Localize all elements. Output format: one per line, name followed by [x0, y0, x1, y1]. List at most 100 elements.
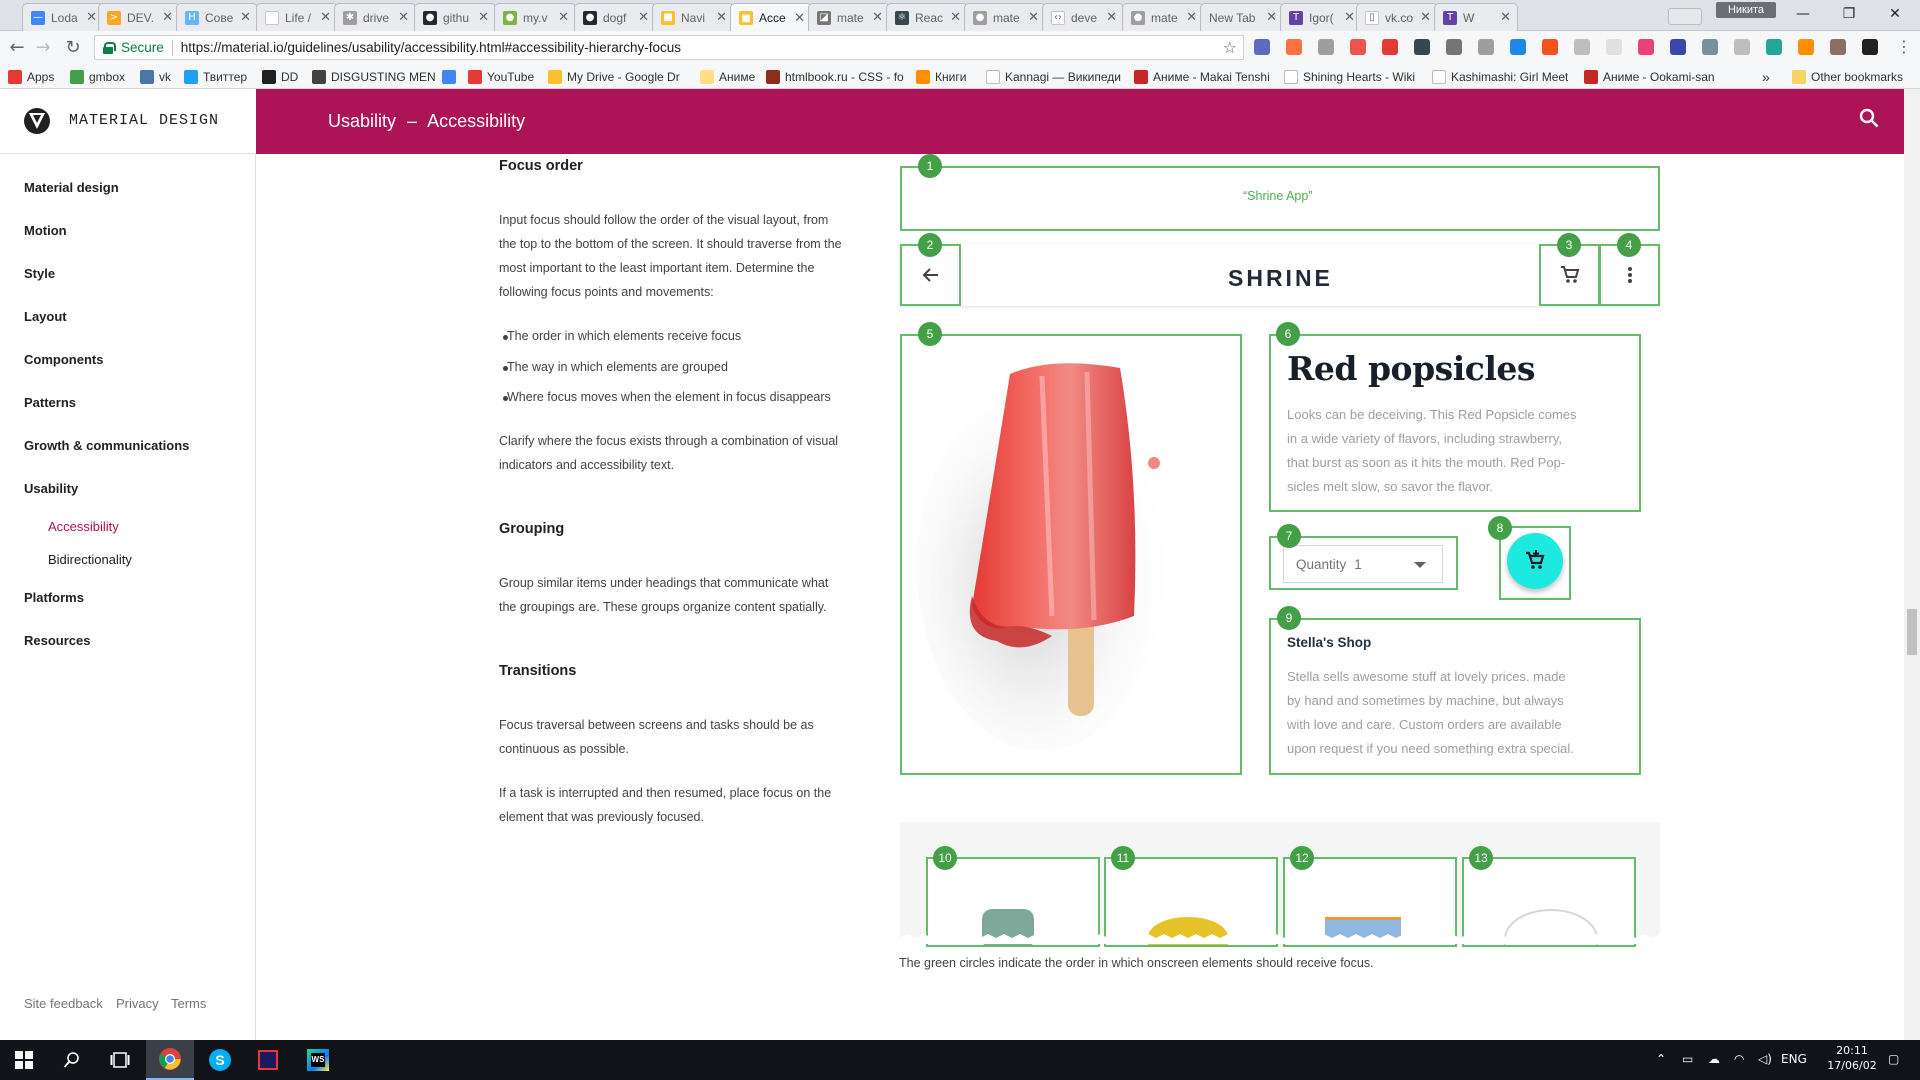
sidebar-item-components[interactable]: Components	[24, 352, 103, 367]
tab-close-icon[interactable]: ✕	[558, 10, 569, 25]
extension-8-icon[interactable]	[1478, 39, 1494, 55]
forward-icon[interactable]: →	[32, 36, 54, 58]
brand-title[interactable]: MATERIAL DESIGN	[69, 112, 219, 129]
address-bar[interactable]: Secure https://material.io/guidelines/us…	[94, 35, 1244, 60]
bookmark-item[interactable]: My Drive - Google Dr	[548, 68, 680, 86]
bookmark-item[interactable]: Kashimashi: Girl Meet	[1432, 68, 1568, 86]
extension-13-icon[interactable]	[1638, 39, 1654, 55]
bookmark-item[interactable]: DISGUSTING MEN	[312, 68, 436, 86]
tab-close-icon[interactable]: ✕	[240, 10, 251, 25]
extension-19-icon[interactable]	[1830, 39, 1846, 55]
url-text[interactable]: https://material.io/guidelines/usability…	[181, 40, 681, 55]
onedrive-icon[interactable]: ☁	[1708, 1052, 1720, 1066]
tab-close-icon[interactable]: ✕	[1420, 10, 1431, 25]
tab-close-icon[interactable]: ✕	[1500, 10, 1511, 25]
webstorm-taskbar-icon[interactable]: WS	[294, 1040, 342, 1080]
extension-1-icon[interactable]	[1254, 39, 1270, 55]
tab-close-icon[interactable]: ✕	[86, 10, 97, 25]
tab-close-icon[interactable]: ✕	[794, 11, 805, 26]
browser-tab[interactable]: ◪ mate ✕	[808, 3, 890, 31]
browser-tab[interactable]: ● my.v ✕	[494, 3, 576, 31]
extension-18-icon[interactable]	[1798, 39, 1814, 55]
chrome-menu-icon[interactable]: ⋮	[1896, 36, 1912, 58]
browser-tab[interactable]: ● githu ✕	[414, 3, 496, 31]
tab-close-icon[interactable]: ✕	[950, 10, 961, 25]
browser-tab[interactable]: New Tab ✕	[1200, 3, 1284, 31]
extension-10-icon[interactable]	[1542, 39, 1558, 55]
sidebar-item-resources[interactable]: Resources	[24, 633, 90, 648]
sidebar-item-growth[interactable]: Growth & communications	[24, 438, 189, 453]
tray-chevron-icon[interactable]: ⌃	[1656, 1052, 1666, 1066]
extension-7-icon[interactable]	[1446, 39, 1462, 55]
sidebar-item-layout[interactable]: Layout	[24, 309, 67, 324]
chrome-taskbar-icon[interactable]	[146, 1040, 194, 1080]
sidebar-item-platforms[interactable]: Platforms	[24, 590, 84, 605]
quantity-select[interactable]: Quantity 1	[1283, 545, 1443, 583]
bookmark-item[interactable]: gmbox	[70, 68, 125, 86]
browser-tab[interactable]: ● dogf ✕	[574, 3, 656, 31]
bookmark-item[interactable]: Аниме - Makai Tenshi	[1134, 68, 1270, 86]
search-icon[interactable]	[1858, 107, 1880, 129]
browser-tab[interactable]: ‹› deve ✕	[1042, 3, 1124, 31]
bookmark-item[interactable]: Твиттер	[184, 68, 247, 86]
tab-close-icon[interactable]: ✕	[1186, 10, 1197, 25]
terms-link[interactable]: Terms	[171, 996, 206, 1011]
volume-icon[interactable]: ◁)	[1758, 1052, 1772, 1066]
notifications-icon[interactable]: ▢	[1888, 1052, 1899, 1066]
browser-tab[interactable]: T Igor(✕	[1280, 3, 1362, 31]
tab-close-icon[interactable]: ✕	[1344, 10, 1355, 25]
minimize-icon[interactable]: —	[1780, 0, 1826, 28]
browser-tab[interactable]: ✱ drive ✕	[334, 3, 416, 31]
reload-icon[interactable]: ↻	[62, 36, 84, 58]
extension-5-icon[interactable]	[1382, 39, 1398, 55]
profile-button[interactable]: Никита	[1716, 2, 1776, 18]
browser-tab[interactable]: — Loda ✕	[22, 3, 104, 31]
task-view-icon[interactable]	[96, 1040, 144, 1080]
browser-tab[interactable]: ■ Navi ✕	[652, 3, 734, 31]
tab-close-icon[interactable]: ✕	[716, 10, 727, 25]
clock[interactable]: 20:11 17/06/02	[1824, 1044, 1880, 1072]
sidebar-item-usability[interactable]: Usability	[24, 481, 78, 496]
privacy-link[interactable]: Privacy	[116, 996, 159, 1011]
bookmark-item[interactable]: vk	[140, 68, 171, 86]
sidebar-subitem-bidirectionality[interactable]: Bidirectionality	[48, 552, 132, 567]
wifi-icon[interactable]: ◠	[1734, 1052, 1744, 1066]
site-feedback-link[interactable]: Site feedback	[24, 996, 103, 1011]
browser-tab[interactable]: Life / ✕	[256, 3, 338, 31]
browser-tab[interactable]: ■ Acce ✕	[730, 3, 812, 32]
browser-tab[interactable]: T W ✕	[1434, 3, 1518, 31]
extension-9-icon[interactable]	[1510, 39, 1526, 55]
taskbar-search-icon[interactable]	[48, 1040, 96, 1080]
extension-6-icon[interactable]	[1414, 39, 1430, 55]
browser-tab[interactable]: ● mate ✕	[1122, 3, 1204, 31]
page-scrollbar[interactable]	[1904, 89, 1920, 1040]
extension-17-icon[interactable]	[1766, 39, 1782, 55]
app-taskbar-icon[interactable]	[244, 1040, 292, 1080]
browser-tab[interactable]: ⚛ Reac ✕	[886, 3, 968, 31]
bookmark-item[interactable]: YouTube	[468, 68, 534, 86]
windows-start-icon[interactable]	[0, 1040, 48, 1080]
bookmark-item[interactable]: Аниме	[700, 68, 755, 86]
new-tab-button[interactable]	[1668, 8, 1702, 25]
extension-3-icon[interactable]	[1318, 39, 1334, 55]
bookmark-item[interactable]: Shining Hearts - Wiki	[1284, 68, 1415, 86]
bookmark-star-icon[interactable]: ☆	[1223, 38, 1237, 57]
bookmark-item[interactable]	[442, 68, 461, 86]
extension-14-icon[interactable]	[1670, 39, 1686, 55]
browser-tab[interactable]: ▯ vk.co ✕	[1356, 3, 1438, 31]
bookmark-item[interactable]: Apps	[8, 68, 54, 86]
other-bookmarks[interactable]: Other bookmarks	[1792, 68, 1903, 86]
input-language[interactable]: ENG	[1781, 1052, 1807, 1066]
back-icon[interactable]: ←	[6, 36, 28, 58]
tab-close-icon[interactable]: ✕	[1266, 10, 1277, 25]
bookmark-item[interactable]: DD	[262, 68, 298, 86]
extension-11-icon[interactable]	[1574, 39, 1590, 55]
add-to-cart-button[interactable]	[1507, 533, 1563, 589]
extension-12-icon[interactable]	[1606, 39, 1622, 55]
scrollbar-thumb[interactable]	[1907, 609, 1917, 655]
material-logo-icon[interactable]	[24, 108, 50, 134]
extension-2-icon[interactable]	[1286, 39, 1302, 55]
bookmark-item[interactable]: htmlbook.ru - CSS - fo	[766, 68, 904, 86]
tab-close-icon[interactable]: ✕	[872, 10, 883, 25]
sidebar-subitem-accessibility[interactable]: Accessibility	[48, 519, 119, 534]
